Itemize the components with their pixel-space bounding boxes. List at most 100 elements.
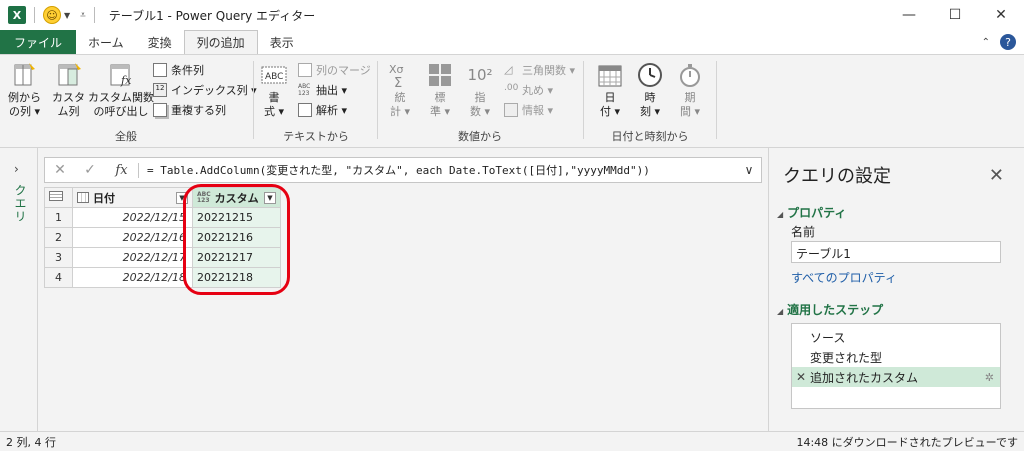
step-item-source[interactable]: ソース [792, 327, 1000, 347]
statistics-label-1: 統 [394, 91, 406, 104]
column-from-examples-button[interactable]: 例から の列 ▾ [8, 61, 41, 119]
group-general-label: 全般 [115, 130, 137, 143]
invoke-custom-function-button[interactable]: fx カスタム関数 の呼び出し [88, 61, 154, 119]
rounding-button[interactable]: .00 丸め ▾ [504, 81, 553, 99]
tab-transform[interactable]: 変換 [136, 30, 184, 54]
statistics-icon: XσΣ [389, 63, 404, 89]
merge-columns-button[interactable]: 列のマージ [298, 61, 371, 79]
date-cell[interactable]: 2022/12/15 [72, 207, 193, 228]
confirm-formula-button[interactable]: ✓ [75, 162, 105, 178]
calendar-icon [598, 65, 622, 87]
statistics-button[interactable]: Xσ Σ 統 計 ▾ [386, 61, 414, 119]
time-label-1: 時 [644, 91, 656, 104]
collapse-triangle-icon[interactable]: ◢ [777, 210, 783, 219]
step-item-added-custom[interactable]: ✕ 追加されたカスタム ✲ [792, 367, 1000, 387]
scientific-button[interactable]: 10² 指 数 ▾ [466, 61, 494, 119]
time-button[interactable]: 時 刻 ▾ [636, 61, 664, 119]
group-number-label: 数値から [458, 130, 502, 143]
smiley-feedback-icon[interactable]: ☺ [43, 6, 61, 24]
title-separator-2 [93, 7, 95, 23]
information-button[interactable]: 情報 ▾ [504, 101, 553, 119]
column-from-examples-icon [14, 63, 35, 86]
date-label-1: 日 [604, 91, 616, 104]
scientific-icon: 10² [467, 66, 493, 84]
expand-queries-icon[interactable]: › [14, 162, 19, 176]
delete-step-icon[interactable]: ✕ [796, 370, 806, 384]
scientific-label-1: 指 [474, 91, 486, 104]
smiley-caret-icon[interactable]: ▼ [64, 11, 70, 20]
duration-label-1: 期 [684, 91, 696, 104]
group-text: ABC 書 式 ▾ 列のマージ ABC 123 抽出 ▾ 解析 ▾ テキストから [256, 55, 376, 147]
collapse-triangle-icon[interactable]: ◢ [777, 307, 783, 316]
column-from-examples-label-1: 例から [8, 91, 41, 104]
formula-input[interactable]: = Table.AddColumn(変更された型, "カスタム", each D… [139, 162, 737, 178]
properties-header-label: プロパティ [787, 206, 847, 220]
all-properties-link[interactable]: すべてのプロパティ [791, 269, 897, 286]
date-cell[interactable]: 2022/12/17 [72, 247, 193, 268]
table-menu-icon[interactable] [49, 191, 63, 201]
conditional-column-button[interactable]: 条件列 [153, 61, 204, 79]
column-header-date[interactable]: 日付 ▼ [72, 187, 193, 208]
properties-section-header[interactable]: ◢ プロパティ [777, 204, 846, 221]
excel-icon[interactable]: X [8, 6, 26, 24]
fx-icon[interactable]: fx [105, 162, 139, 178]
applied-steps-section-header[interactable]: ◢ 適用したステップ [777, 301, 883, 318]
date-cell[interactable]: 2022/12/18 [72, 267, 193, 288]
close-window-button[interactable]: ✕ [978, 0, 1024, 30]
parse-button[interactable]: 解析 ▾ [298, 101, 347, 119]
rounding-label: 丸め ▾ [522, 84, 554, 97]
format-text-icon: ABC [261, 66, 287, 84]
svg-text:Xσ: Xσ [389, 63, 404, 76]
expand-formula-bar-icon[interactable]: ∨ [737, 163, 761, 177]
duplicate-column-button[interactable]: 重複する列 [153, 101, 226, 119]
clock-icon [638, 63, 662, 87]
quick-access-customize-icon[interactable]: ⩡ [80, 10, 86, 21]
applied-steps-list: ソース 変更された型 ✕ 追加されたカスタム ✲ [791, 323, 1001, 409]
window-title: テーブル1 - Power Query エディター [108, 8, 316, 23]
date-cell[interactable]: 2022/12/16 [72, 227, 193, 248]
invoke-function-label-1: カスタム関数 [88, 91, 154, 104]
ribbon-tabs: ファイル ホーム 変換 列の追加 表示 ⌃ ? [0, 30, 1024, 54]
date-type-icon[interactable] [77, 192, 89, 203]
tab-view[interactable]: 表示 [258, 30, 306, 54]
collapse-ribbon-icon[interactable]: ⌃ [982, 37, 990, 48]
index-column-button[interactable]: 12 インデックス列 ▾ [153, 81, 257, 99]
cancel-formula-button[interactable]: ✕ [45, 162, 75, 178]
step-settings-gear-icon[interactable]: ✲ [985, 371, 994, 384]
custom-column-label-2: ム列 [57, 105, 80, 118]
group-separator [377, 61, 378, 139]
extract-icon: ABC 123 [298, 83, 312, 97]
tab-home[interactable]: ホーム [76, 30, 136, 54]
duplicate-column-label: 重複する列 [171, 104, 226, 117]
rounding-icon: .00 [504, 83, 519, 93]
maximize-button[interactable]: ☐ [932, 0, 978, 30]
tab-file[interactable]: ファイル [0, 30, 77, 54]
group-datetime: 日 付 ▾ 時 刻 ▾ 期 間 ▾ 日付と時刻から [586, 55, 714, 147]
duration-button[interactable]: 期 間 ▾ [676, 61, 704, 119]
grid-corner-menu[interactable] [44, 187, 73, 208]
trigonometry-button[interactable]: ◿ 三角関数 ▾ [504, 61, 575, 79]
standard-button[interactable]: 標 準 ▾ [426, 61, 454, 119]
help-icon[interactable]: ? [1000, 34, 1016, 50]
group-separator [583, 61, 584, 139]
custom-column-label-1: カスタ [52, 91, 85, 104]
name-label: 名前 [791, 225, 816, 239]
row-number: 4 [44, 267, 73, 288]
format-label-2: 式 ▾ [263, 105, 285, 118]
step-item-changed-type[interactable]: 変更された型 [792, 347, 1000, 367]
format-button[interactable]: ABC 書 式 ▾ [260, 61, 288, 119]
minimize-button[interactable]: — [886, 0, 932, 30]
query-name-input[interactable]: テーブル1 [791, 241, 1001, 263]
queries-pane[interactable]: › クエリ [0, 148, 38, 431]
status-preview-time: 14:48 にダウンロードされたプレビューです [796, 435, 1018, 449]
custom-column-icon [58, 63, 81, 86]
scientific-label-2: 数 ▾ [469, 105, 491, 118]
group-general: 例から の列 ▾ カスタ ム列 fx カスタム関数 の呼び出し 条件列 12 イ… [0, 55, 257, 147]
close-settings-button[interactable]: ✕ [989, 165, 1004, 186]
date-button[interactable]: 日 付 ▾ [596, 61, 624, 119]
custom-column-button[interactable]: カスタ ム列 [52, 61, 85, 119]
column-from-examples-label-2: の列 ▾ [8, 105, 41, 118]
extract-button[interactable]: ABC 123 抽出 ▾ [298, 81, 347, 99]
group-separator [716, 61, 717, 139]
tab-add-column[interactable]: 列の追加 [183, 30, 258, 54]
